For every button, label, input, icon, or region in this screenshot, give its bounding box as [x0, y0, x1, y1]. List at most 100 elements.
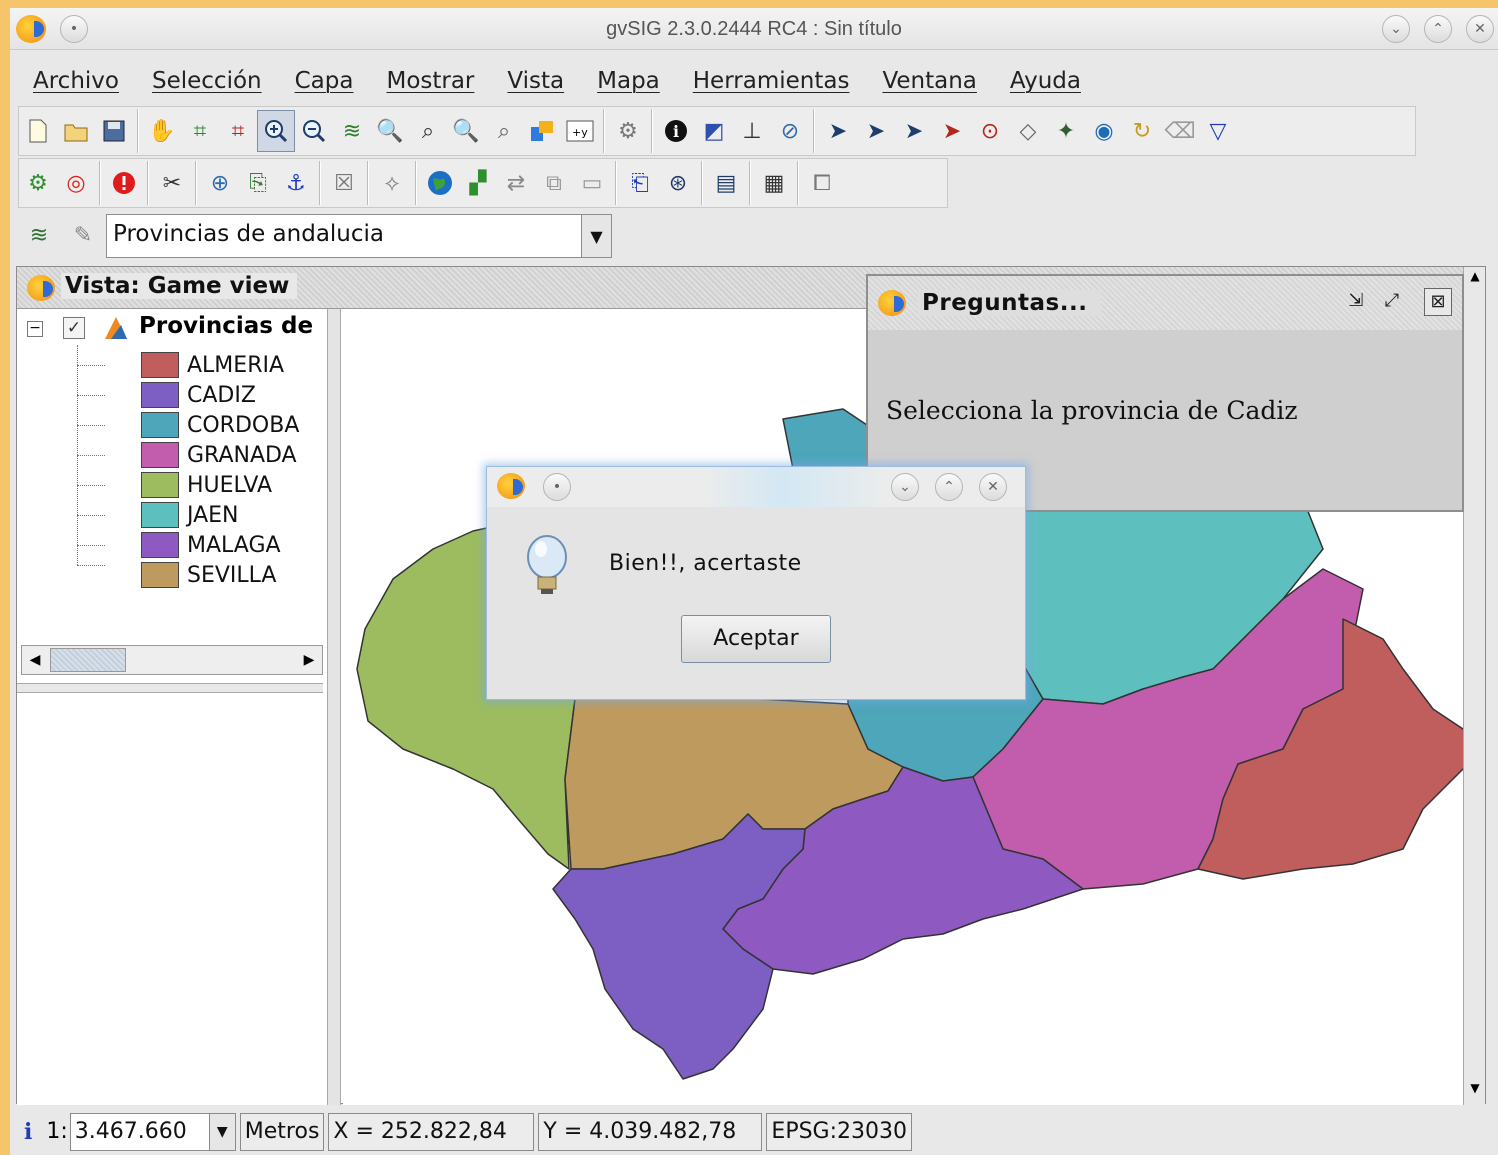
menu-ventana[interactable]: Ventana [859, 68, 976, 94]
dialog-title-bar[interactable]: • ⌄ ⌃ ✕ [487, 467, 1025, 507]
filter-icon[interactable]: ▽ [1199, 110, 1237, 152]
globe-icon[interactable]: ◉ [1085, 110, 1123, 152]
binoculars-icon[interactable]: ⊛ [659, 162, 697, 204]
copy-icon[interactable]: ⧠ [803, 162, 841, 204]
zoom-next-icon[interactable]: ⌕ [485, 110, 523, 152]
table-edit-icon[interactable]: ▦ [755, 162, 793, 204]
select-circle-icon[interactable]: ➤ [933, 110, 971, 152]
document-search-icon[interactable]: ⎗ [621, 162, 659, 204]
epsg-label: EPSG:23030 [766, 1112, 912, 1151]
menu-vista[interactable]: Vista [484, 68, 564, 94]
select-area-icon[interactable]: ⊙ [971, 110, 1009, 152]
dialog-minimize-button[interactable]: ⌄ [891, 473, 919, 501]
geoprocess-icon[interactable]: ✦ [1047, 110, 1085, 152]
menu-capa[interactable]: Capa [272, 68, 354, 94]
toc-horizontal-scrollbar[interactable]: ◀ ▶ [21, 645, 323, 675]
dialog-menu-button[interactable]: • [543, 473, 571, 501]
export-icon[interactable]: ⎘ [239, 162, 277, 204]
add-layer-icon[interactable]: ⊕ [201, 162, 239, 204]
zoom-rect-icon[interactable]: ⌕ [409, 110, 447, 152]
zoom-full-icon[interactable]: ⌗ [219, 110, 257, 152]
new-file-icon[interactable] [19, 110, 57, 152]
zoom-select-icon[interactable]: 🔍 [371, 110, 409, 152]
toc-divider[interactable] [17, 683, 323, 693]
sync-icon[interactable]: ⇄ [497, 162, 535, 204]
close-button[interactable]: ✕ [1466, 15, 1494, 43]
scroll-left-arrow[interactable]: ◀ [22, 646, 48, 674]
target-icon[interactable]: ◎ [57, 162, 95, 204]
preguntas-title-bar[interactable]: Preguntas... ⇲ ⤢ ⊠ [868, 276, 1462, 330]
locator-icon[interactable] [523, 110, 561, 152]
refresh-icon[interactable]: ↻ [1123, 110, 1161, 152]
table-icon[interactable]: ▤ [707, 162, 745, 204]
legend-item-almeria[interactable]: ALMERIA [141, 351, 284, 379]
legend-item-huelva[interactable]: HUELVA [141, 471, 272, 499]
open-file-icon[interactable] [57, 110, 95, 152]
select-rect-icon[interactable]: ➤ [857, 110, 895, 152]
maximize-frame-button[interactable]: ⤢ [1378, 288, 1406, 316]
layer-name[interactable]: Provincias de [139, 313, 313, 339]
zoom-in-icon[interactable] [257, 110, 295, 152]
menu-mostrar[interactable]: Mostrar [363, 68, 474, 94]
layer-checkbox[interactable]: ✓ [63, 317, 85, 339]
settings-icon[interactable]: ⚙ [19, 162, 57, 204]
edit-icon[interactable]: ☒ [325, 162, 363, 204]
active-layer-select[interactable]: Provincias de andalucia ▼ [106, 214, 612, 258]
zoom-out-icon[interactable] [295, 110, 333, 152]
legend-item-granada[interactable]: GRANADA [141, 441, 297, 469]
select-pointer-icon[interactable]: ➤ [819, 110, 857, 152]
tools-icon[interactable]: ✂ [153, 162, 191, 204]
menu-mapa[interactable]: Mapa [574, 68, 660, 94]
scroll-up-arrow[interactable]: ▲ [1464, 269, 1486, 291]
menu-archivo[interactable]: Archivo [10, 68, 119, 94]
measure-area-icon[interactable]: ◩ [695, 110, 733, 152]
measure-distance-icon[interactable]: ⊥ [733, 110, 771, 152]
image-icon[interactable]: ▭ [573, 162, 611, 204]
gear-icon[interactable]: ⚙ [609, 110, 647, 152]
minimize-button[interactable]: ⌄ [1382, 15, 1410, 43]
legend-item-jaen[interactable]: JAEN [141, 501, 239, 529]
maximize-button[interactable]: ⌃ [1424, 15, 1452, 43]
save-icon[interactable] [95, 110, 133, 152]
map-icon[interactable]: ▞ [459, 162, 497, 204]
layer-manager-icon[interactable]: ≋ [20, 214, 58, 256]
select-poly-icon[interactable]: ➤ [895, 110, 933, 152]
clean-icon[interactable]: ⌫ [1161, 110, 1199, 152]
menu-ayuda[interactable]: Ayuda [987, 68, 1081, 94]
menu-seleccion[interactable]: Selección [129, 68, 262, 94]
vertex-icon[interactable]: ⟡ [373, 162, 411, 204]
warning-icon[interactable] [105, 162, 143, 204]
map-vertical-scrollbar[interactable]: ▲ ▼ [1463, 267, 1485, 1105]
layers-icon[interactable]: ≋ [333, 110, 371, 152]
dialog-maximize-button[interactable]: ⌃ [935, 473, 963, 501]
scale-combo[interactable]: 3.467.660 ▼ [69, 1112, 236, 1151]
legend-item-malaga[interactable]: MALAGA [141, 531, 281, 559]
buffer-icon[interactable]: ◇ [1009, 110, 1047, 152]
hyperlink-icon[interactable]: ⊘ [771, 110, 809, 152]
globe-3d-icon[interactable] [421, 162, 459, 204]
chevron-down-icon[interactable]: ▼ [208, 1113, 235, 1150]
info-icon[interactable]: i [657, 110, 695, 152]
dialog-close-button[interactable]: ✕ [979, 473, 1007, 501]
zoom-extent-icon[interactable]: ⌗ [181, 110, 219, 152]
aceptar-button[interactable]: Aceptar [681, 615, 831, 663]
close-frame-button[interactable]: ⊠ [1424, 288, 1452, 316]
coordinates-icon[interactable]: +y [561, 110, 599, 152]
pan-hand-icon[interactable]: ✋ [143, 110, 181, 152]
toc-splitter[interactable] [327, 309, 341, 1105]
scroll-right-arrow[interactable]: ▶ [296, 646, 322, 674]
pin-icon[interactable]: ⚓ [277, 162, 315, 204]
scroll-thumb[interactable] [50, 648, 126, 672]
chevron-down-icon[interactable]: ▼ [581, 215, 611, 257]
legend-item-sevilla[interactable]: SEVILLA [141, 561, 276, 589]
iconify-button[interactable]: ⇲ [1342, 288, 1370, 316]
legend-item-cadiz[interactable]: CADIZ [141, 381, 256, 409]
scroll-down-arrow[interactable]: ▼ [1464, 1081, 1486, 1103]
tree-collapse-icon[interactable]: − [27, 321, 43, 337]
info-icon[interactable]: i [24, 1119, 32, 1145]
layout-icon[interactable]: ⧉ [535, 162, 573, 204]
legend-item-cordoba[interactable]: CORDOBA [141, 411, 299, 439]
menu-herramientas[interactable]: Herramientas [670, 68, 850, 94]
layer-properties-icon[interactable]: ✎ [64, 214, 102, 256]
zoom-prev-icon[interactable]: 🔍 [447, 110, 485, 152]
